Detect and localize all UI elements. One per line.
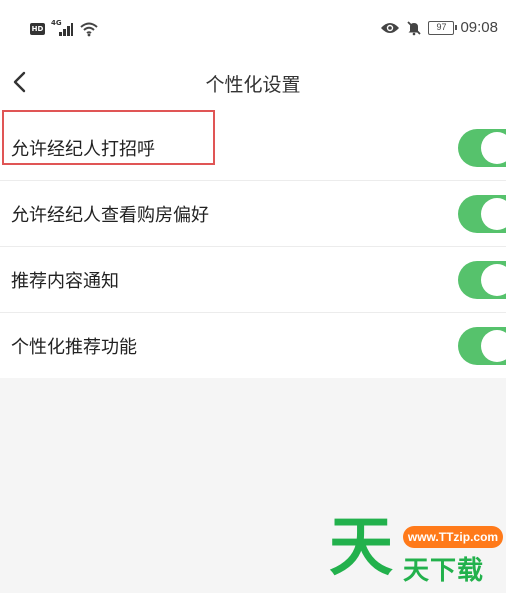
status-left: HD 4G (30, 19, 99, 37)
battery-icon: 97 (428, 20, 458, 35)
page-title: 个性化设置 (205, 74, 301, 96)
toggle-knob (481, 198, 506, 230)
toggle-knob (481, 264, 506, 296)
toggle-knob (481, 330, 506, 362)
watermark-logo: 天 www.TTzip.com 天下载 (325, 512, 506, 593)
hd-icon: HD (30, 23, 45, 35)
toggle-switch[interactable] (458, 327, 506, 365)
status-right: 97 09:08 (380, 19, 498, 36)
setting-label: 个性化推荐功能 (11, 337, 137, 358)
toggle-switch[interactable] (458, 129, 506, 167)
wifi-icon (80, 22, 98, 37)
setting-row-personalized-recommendation: 个性化推荐功能 (0, 313, 506, 379)
signal-icon: 4G (51, 19, 73, 36)
watermark-text: 天下载 (403, 556, 485, 586)
status-bar: HD 4G 97 09:08 (0, 0, 506, 58)
nav-bar: 个性化设置 (0, 58, 506, 108)
setting-row-content-notification: 推荐内容通知 (0, 247, 506, 313)
setting-label: 推荐内容通知 (11, 271, 119, 292)
network-type: 4G (51, 19, 62, 27)
watermark-big-char: 天 (329, 511, 393, 585)
toggle-knob (481, 132, 506, 164)
setting-label: 允许经纪人查看购房偏好 (11, 205, 209, 226)
eye-icon (381, 22, 400, 33)
mute-icon (407, 20, 422, 35)
toggle-switch[interactable] (458, 195, 506, 233)
toggle-switch[interactable] (458, 261, 506, 299)
status-time: 09:08 (460, 19, 498, 36)
highlight-box (2, 110, 215, 165)
watermark-url: www.TTzip.com (403, 526, 503, 548)
setting-row-allow-view-preferences: 允许经纪人查看购房偏好 (0, 181, 506, 247)
